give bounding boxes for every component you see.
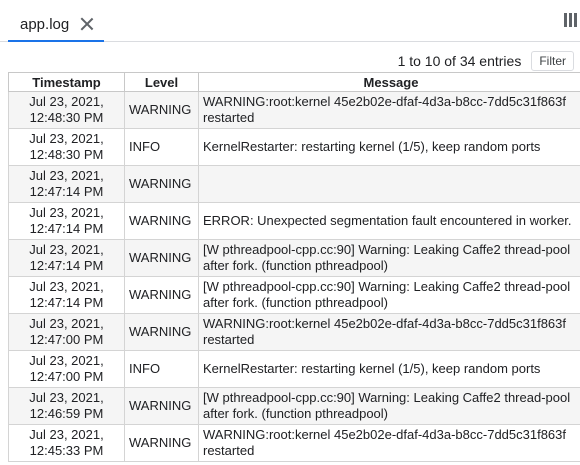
timestamp-date: Jul 23, 2021, [29,353,104,368]
timestamp-time: 12:45:33 PM [29,443,104,458]
tab-label[interactable]: app.log [20,16,69,33]
table-row[interactable]: Jul 23, 2021, 12:47:00 PM INFO KernelRestar… [8,350,580,388]
level-cell: WARNING [124,202,199,240]
header-level[interactable]: Level [124,72,199,92]
timestamp-cell: Jul 23, 2021, 12:47:14 PM [8,276,125,314]
columns-icon[interactable] [564,13,578,27]
message-cell: WARNING:root:kernel 45e2b02e-dfaf-4d3a-b… [198,313,580,351]
message-cell: KernelRestarter: restarting kernel (1/5)… [198,128,580,166]
timestamp-date: Jul 23, 2021, [29,168,104,183]
table-row[interactable]: Jul 23, 2021, 12:47:00 PM WARNING WARNING:r… [8,313,580,351]
timestamp-date: Jul 23, 2021, [29,94,104,109]
timestamp-cell: Jul 23, 2021, 12:47:14 PM [8,165,125,203]
table-row[interactable]: Jul 23, 2021, 12:47:14 PM WARNING ERROR: Un… [8,202,580,240]
message-cell: [W pthreadpool-cpp.cc:90] Warning: Leaki… [198,276,580,314]
level-cell: WARNING [124,165,199,203]
timestamp-date: Jul 23, 2021, [29,279,104,294]
level-cell: WARNING [124,313,199,351]
message-cell: WARNING:root:kernel 45e2b02e-dfaf-4d3a-b… [198,424,580,462]
timestamp-time: 12:46:59 PM [29,406,104,421]
tab-app-log[interactable]: app.log [8,8,104,42]
timestamp-cell: Jul 23, 2021, 12:46:59 PM [8,387,125,425]
table-header-row: Timestamp Level Message [8,72,580,92]
timestamp-date: Jul 23, 2021, [29,205,104,220]
timestamp-cell: Jul 23, 2021, 12:47:00 PM [8,313,125,351]
timestamp-cell: Jul 23, 2021, 12:47:00 PM [8,350,125,388]
entries-count: 1 to 10 of 34 entries [397,53,522,69]
timestamp-time: 12:48:30 PM [29,147,104,162]
timestamp-date: Jul 23, 2021, [29,242,104,257]
message-cell: [W pthreadpool-cpp.cc:90] Warning: Leaki… [198,387,580,425]
timestamp-cell: Jul 23, 2021, 12:47:14 PM [8,202,125,240]
timestamp-date: Jul 23, 2021, [29,390,104,405]
log-table: Timestamp Level Message Jul 23, 2021, 12:… [8,72,580,462]
timestamp-cell: Jul 23, 2021, 12:47:14 PM [8,239,125,277]
table-row[interactable]: Jul 23, 2021, 12:48:30 PM INFO KernelRestar… [8,128,580,166]
table-row[interactable]: Jul 23, 2021, 12:46:59 PM WARNING [W pthrea… [8,387,580,425]
header-message[interactable]: Message [198,72,580,92]
pagination-bar: 1 to 10 of 34 entries Filter [398,51,574,71]
table-row[interactable]: Jul 23, 2021, 12:45:33 PM WARNING WARNING:r… [8,424,580,462]
log-table-body: Jul 23, 2021, 12:48:30 PM WARNING WARNING:r… [8,91,580,462]
timestamp-time: 12:47:14 PM [29,221,104,236]
level-cell: WARNING [124,276,199,314]
level-cell: INFO [124,128,199,166]
timestamp-time: 12:47:14 PM [29,184,104,199]
message-cell: [W pthreadpool-cpp.cc:90] Warning: Leaki… [198,239,580,277]
close-icon[interactable] [79,16,95,32]
timestamp-cell: Jul 23, 2021, 12:48:30 PM [8,91,125,129]
timestamp-time: 12:47:14 PM [29,295,104,310]
timestamp-date: Jul 23, 2021, [29,316,104,331]
timestamp-time: 12:47:14 PM [29,258,104,273]
timestamp-time: 12:47:00 PM [29,332,104,347]
timestamp-time: 12:48:30 PM [29,110,104,125]
tab-bar: app.log [0,0,580,42]
message-cell: KernelRestarter: restarting kernel (1/5)… [198,350,580,388]
table-row[interactable]: Jul 23, 2021, 12:47:14 PM WARNING [W pthrea… [8,239,580,277]
table-row[interactable]: Jul 23, 2021, 12:48:30 PM WARNING WARNING:r… [8,91,580,129]
table-row[interactable]: Jul 23, 2021, 12:47:14 PM WARNING [8,165,580,203]
filter-button[interactable]: Filter [531,51,574,71]
header-timestamp[interactable]: Timestamp [8,72,125,92]
timestamp-date: Jul 23, 2021, [29,131,104,146]
message-cell: WARNING:root:kernel 45e2b02e-dfaf-4d3a-b… [198,91,580,129]
timestamp-cell: Jul 23, 2021, 12:48:30 PM [8,128,125,166]
level-cell: WARNING [124,239,199,277]
message-cell: ERROR: Unexpected segmentation fault enc… [198,202,580,240]
timestamp-date: Jul 23, 2021, [29,427,104,442]
level-cell: WARNING [124,91,199,129]
table-row[interactable]: Jul 23, 2021, 12:47:14 PM WARNING [W pthrea… [8,276,580,314]
message-cell [198,165,580,203]
timestamp-cell: Jul 23, 2021, 12:45:33 PM [8,424,125,462]
timestamp-time: 12:47:00 PM [29,369,104,384]
level-cell: WARNING [124,424,199,462]
level-cell: INFO [124,350,199,388]
level-cell: WARNING [124,387,199,425]
